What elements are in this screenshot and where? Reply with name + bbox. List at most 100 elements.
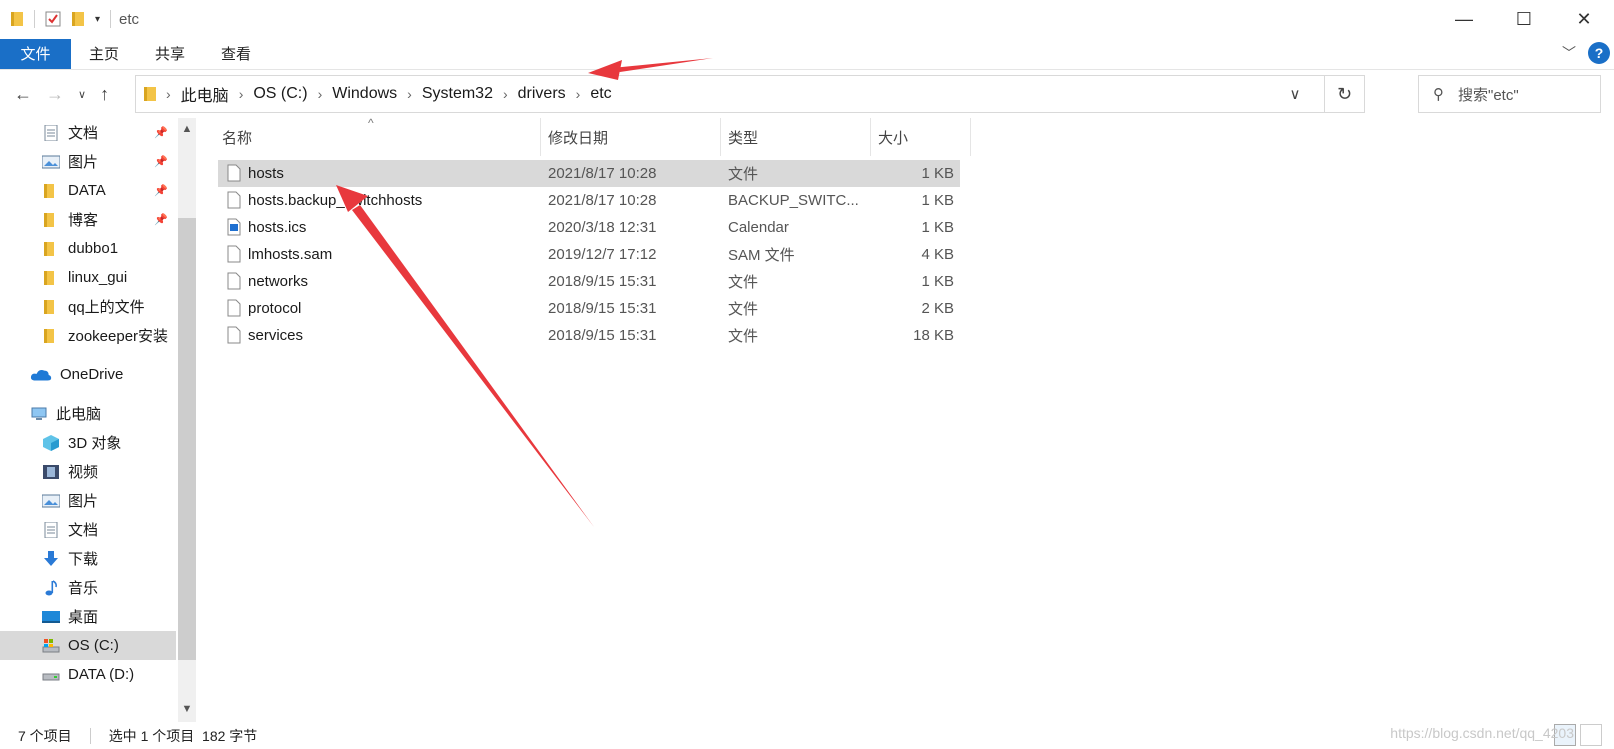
tab-view[interactable]: 查看 — [203, 39, 269, 69]
column-header-size[interactable]: 大小 — [878, 118, 908, 156]
file-icon — [227, 272, 241, 290]
refresh-icon[interactable]: ↻ — [1324, 76, 1364, 112]
tab-file[interactable]: 文件 — [0, 38, 71, 69]
tab-share[interactable]: 共享 — [137, 39, 203, 69]
minimize-icon[interactable]: — — [1434, 0, 1494, 38]
sidebar-item-linux-gui[interactable]: linux_gui — [0, 263, 176, 292]
quick-access-toolbar: ▾ — [0, 10, 112, 28]
sidebar-item-music[interactable]: 音乐 — [0, 573, 176, 602]
folder-icon — [44, 328, 54, 343]
navigation-pane: 文档 📌 图片 📌 DATA 📌 博客 📌 dubbo1 linux_gui q… — [0, 118, 196, 722]
item-count: 7 个项目 — [18, 727, 72, 744]
sidebar-item-label: DATA (D:) — [68, 666, 135, 683]
recent-locations-icon[interactable]: ∨ — [78, 88, 86, 101]
status-bar: 7 个项目 选中 1 个项目 182 字节 — [0, 722, 1614, 749]
sidebar-item-3d-objects[interactable]: 3D 对象 — [0, 428, 176, 457]
sidebar-item-label: linux_gui — [68, 269, 128, 286]
sidebar-item-label: 文档 — [68, 522, 99, 539]
sidebar-item-os-c[interactable]: OS (C:) — [0, 631, 176, 660]
chevron-right-icon[interactable]: › — [318, 86, 323, 102]
sidebar-item-downloads[interactable]: 下载 — [0, 544, 176, 573]
column-header-type[interactable]: 类型 — [728, 118, 758, 156]
sidebar-item-dubbo1[interactable]: dubbo1 — [0, 234, 176, 263]
file-list: 名称 ^ 修改日期 类型 大小 hosts 2021/8/17 10:28 文件… — [218, 116, 978, 718]
close-icon[interactable]: ✕ — [1554, 0, 1614, 38]
address-row: ← → ∨ ↑ › 此电脑 › OS (C:) › Windows › Syst… — [0, 70, 1614, 118]
crumb-system32[interactable]: System32 — [422, 85, 493, 103]
tab-home[interactable]: 主页 — [71, 39, 137, 69]
file-size: 2 KB — [921, 300, 954, 317]
sidebar-item-pictures-pinned[interactable]: 图片 📌 — [0, 147, 176, 176]
file-name: lmhosts.sam — [248, 246, 333, 263]
sidebar-item-blog-folder[interactable]: 博客 📌 — [0, 205, 176, 234]
chevron-up-icon[interactable]: ▲ — [178, 120, 196, 138]
column-divider[interactable] — [870, 118, 871, 156]
ribbon-tabs: 文件 主页 共享 查看 ﹀ ? — [0, 38, 1614, 70]
table-row[interactable]: hosts.ics 2020/3/18 12:31 Calendar 1 KB — [218, 214, 960, 241]
maximize-icon[interactable]: ☐ — [1494, 0, 1554, 38]
crumb-drivers[interactable]: drivers — [518, 85, 566, 103]
calendar-file-icon — [227, 218, 241, 236]
file-icon — [227, 245, 241, 263]
sidebar-item-label: 此电脑 — [56, 406, 102, 423]
sidebar-item-documents-pinned[interactable]: 文档 📌 — [0, 118, 176, 147]
chevron-down-icon[interactable]: ▼ — [178, 700, 196, 718]
table-row[interactable]: protocol 2018/9/15 15:31 文件 2 KB — [218, 295, 960, 322]
sidebar-item-zookeeper[interactable]: zookeeper安装 — [0, 321, 176, 350]
folder-icon — [44, 241, 54, 256]
file-icon — [227, 299, 241, 317]
help-icon[interactable]: ? — [1588, 42, 1610, 64]
address-bar[interactable]: › 此电脑 › OS (C:) › Windows › System32 › d… — [135, 75, 1365, 113]
crumb-this-pc[interactable]: 此电脑 — [181, 82, 229, 106]
sidebar-item-onedrive[interactable]: OneDrive — [0, 360, 176, 389]
search-input[interactable]: ⚲ 搜索"etc" — [1418, 75, 1601, 113]
table-row[interactable]: services 2018/9/15 15:31 文件 18 KB — [218, 322, 960, 349]
chevron-right-icon[interactable]: › — [503, 86, 508, 102]
file-name: services — [248, 327, 304, 344]
music-icon — [45, 579, 57, 595]
column-divider[interactable] — [540, 118, 541, 156]
column-divider[interactable] — [970, 118, 971, 156]
properties-icon[interactable] — [45, 11, 61, 27]
table-row[interactable]: hosts 2021/8/17 10:28 文件 1 KB — [218, 160, 960, 187]
chevron-right-icon[interactable]: › — [576, 86, 581, 102]
sidebar-item-label: OneDrive — [60, 366, 124, 383]
table-row[interactable]: networks 2018/9/15 15:31 文件 1 KB — [218, 268, 960, 295]
column-header-label: 名称 — [222, 129, 253, 147]
sidebar-item-documents[interactable]: 文档 — [0, 515, 176, 544]
crumb-os-c[interactable]: OS (C:) — [253, 85, 307, 103]
table-row[interactable]: hosts.backup_switchhosts 2021/8/17 10:28… — [218, 187, 960, 214]
up-icon[interactable]: ↑ — [100, 84, 109, 105]
sidebar-item-label: 下载 — [68, 551, 99, 568]
column-divider[interactable] — [720, 118, 721, 156]
chevron-right-icon[interactable]: › — [239, 86, 244, 102]
large-icons-view-icon[interactable] — [1580, 724, 1602, 746]
file-size: 1 KB — [921, 192, 954, 209]
sidebar-item-label: zookeeper安装 — [68, 328, 169, 345]
sidebar-item-qq-files[interactable]: qq上的文件 — [0, 292, 176, 321]
file-icon — [227, 326, 241, 344]
column-header-date[interactable]: 修改日期 — [548, 118, 608, 156]
folder-icon — [44, 212, 54, 227]
sidebar-item-desktop[interactable]: 桌面 — [0, 602, 176, 631]
back-icon[interactable]: ← — [14, 84, 32, 105]
ribbon-right: ﹀ ? — [1562, 42, 1614, 64]
chevron-down-icon[interactable]: ∨ — [1278, 76, 1312, 112]
sidebar-scrollbar-thumb[interactable] — [178, 218, 196, 660]
file-date: 2019/12/7 17:12 — [548, 246, 657, 263]
file-name: protocol — [248, 300, 302, 317]
crumb-etc[interactable]: etc — [590, 85, 611, 103]
new-folder-icon[interactable] — [71, 11, 85, 27]
sidebar-item-data-d[interactable]: DATA (D:) — [0, 660, 176, 689]
chevron-right-icon[interactable]: › — [407, 86, 412, 102]
sidebar-item-label: 视频 — [68, 464, 99, 481]
sidebar-item-videos[interactable]: 视频 — [0, 457, 176, 486]
crumb-windows[interactable]: Windows — [332, 85, 397, 103]
table-row[interactable]: lmhosts.sam 2019/12/7 17:12 SAM 文件 4 KB — [218, 241, 960, 268]
forward-icon[interactable]: → — [46, 84, 64, 105]
expand-ribbon-icon[interactable]: ﹀ — [1562, 43, 1576, 63]
sidebar-item-pictures[interactable]: 图片 — [0, 486, 176, 515]
customize-toolbar-icon[interactable]: ▾ — [95, 14, 100, 25]
sidebar-item-data-folder[interactable]: DATA 📌 — [0, 176, 176, 205]
sidebar-item-this-pc[interactable]: 此电脑 — [0, 399, 176, 428]
